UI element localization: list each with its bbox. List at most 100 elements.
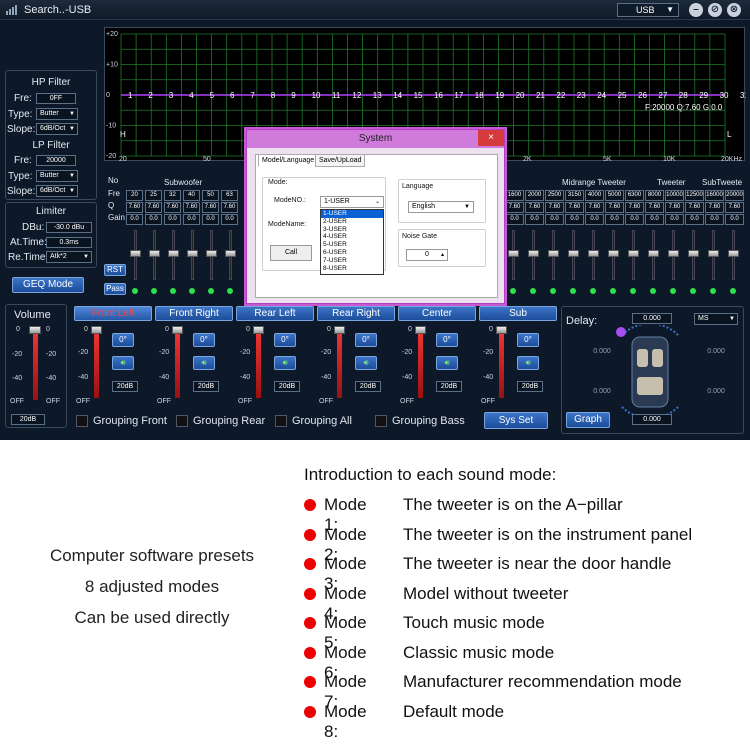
band-q-field[interactable]: 7.60 [565,202,584,213]
band-q-field[interactable]: 7.60 [525,202,544,213]
eq-band-marker[interactable]: 24 [597,91,606,100]
grouping-bass-checkbox[interactable] [375,415,387,427]
band-slider-knob[interactable] [708,250,719,257]
eq-band-marker[interactable]: 9 [291,91,296,100]
band-q-field[interactable]: 7.60 [605,202,624,213]
delay-bottom-field[interactable]: 0.000 [632,414,672,425]
eq-band-marker[interactable]: 30 [720,91,729,100]
delay-unit-select[interactable]: MS ▼ [694,313,738,325]
band-fre-field[interactable]: 40 [183,190,200,201]
channel-button-rear-right[interactable]: Rear Right [317,306,395,321]
lp-fre-field[interactable]: 20000 [36,155,76,166]
eq-band-marker[interactable]: 28 [679,91,688,100]
band-slider-knob[interactable] [149,250,160,257]
eq-band-marker[interactable]: 19 [495,91,504,100]
band-q-field[interactable]: 7.60 [545,202,564,213]
hp-fre-field[interactable]: 0FF [36,93,76,104]
band-fre-field[interactable]: 32 [164,190,181,201]
eq-band-marker[interactable]: 15 [414,91,423,100]
band-gain-field[interactable]: 0.0 [645,214,664,225]
eq-band-marker[interactable]: 25 [618,91,627,100]
band-fre-field[interactable]: 8000 [645,190,664,201]
band-gain-field[interactable]: 0.0 [505,214,524,225]
band-slider-knob[interactable] [648,250,659,257]
channel-fader-knob[interactable] [496,326,507,334]
speaker-mute-button[interactable]: 🔊︎ [274,356,296,370]
eq-band-marker[interactable]: 14 [393,91,402,100]
mode-option[interactable]: 6-USER [321,249,383,257]
band-slider-knob[interactable] [548,250,559,257]
band-gain-field[interactable]: 0.0 [585,214,604,225]
phase-button[interactable]: 0° [193,333,215,347]
band-pass-dot[interactable] [670,288,676,294]
band-pass-dot[interactable] [132,288,138,294]
dialog-close-button[interactable]: × [478,130,504,146]
band-pass-dot[interactable] [170,288,176,294]
delay-top-field[interactable]: 0.000 [632,313,672,324]
close-button[interactable]: ⊗ [727,3,741,17]
rst-button[interactable]: RST [104,264,126,276]
band-gain-field[interactable]: 0.0 [183,214,200,225]
eq-band-marker[interactable]: 3 [169,91,174,100]
band-gain-field[interactable]: 0.0 [565,214,584,225]
band-slider-knob[interactable] [225,250,236,257]
phase-button[interactable]: 0° [112,333,134,347]
mode-option[interactable]: 7-USER [321,257,383,265]
band-q-field[interactable]: 7.60 [145,202,162,213]
mode-number-select[interactable]: 1-USER ⌄ [320,196,384,208]
channel-db-field[interactable]: 20dB [436,381,462,392]
band-q-field[interactable]: 7.60 [665,202,684,213]
band-gain-field[interactable]: 0.0 [625,214,644,225]
band-fre-field[interactable]: 4000 [585,190,604,201]
band-pass-dot[interactable] [650,288,656,294]
band-pass-dot[interactable] [610,288,616,294]
mode-option[interactable]: 3-USER [321,226,383,234]
hp-type-select[interactable]: Butter ▼ [36,108,78,120]
volume-db-field[interactable]: 20dB [11,414,45,425]
delay-right2-field[interactable]: 0.000 [696,387,736,398]
band-q-field[interactable]: 7.60 [585,202,604,213]
band-slider-knob[interactable] [508,250,519,257]
call-button[interactable]: Call [270,245,312,261]
band-fre-field[interactable]: 10000 [665,190,684,201]
band-slider-knob[interactable] [628,250,639,257]
mode-options-list[interactable]: 1-USER 2-USER 3-USER 4-USER 5-USER 6-USER 7-US… [320,209,384,275]
eq-band-marker[interactable]: 7 [250,91,255,100]
band-q-field[interactable]: 7.60 [725,202,744,213]
band-pass-dot[interactable] [590,288,596,294]
band-q-field[interactable]: 7.60 [202,202,219,213]
band-q-field[interactable]: 7.60 [685,202,704,213]
band-slider-knob[interactable] [168,250,179,257]
band-fre-field[interactable]: 3150 [565,190,584,201]
speaker-mute-button[interactable]: 🔊︎ [112,356,134,370]
eq-band-marker[interactable]: 11 [332,91,341,100]
band-gain-field[interactable]: 0.0 [126,214,143,225]
band-slider-knob[interactable] [568,250,579,257]
eq-band-marker[interactable]: 27 [658,91,667,100]
channel-db-field[interactable]: 20dB [355,381,381,392]
band-slider-knob[interactable] [528,250,539,257]
eq-band-marker[interactable]: 26 [638,91,647,100]
band-q-field[interactable]: 7.60 [645,202,664,213]
listener-position-handle[interactable] [616,327,626,337]
grouping-all-checkbox[interactable] [275,415,287,427]
hp-marker-label[interactable]: H [120,130,126,139]
band-fre-field[interactable]: 6300 [625,190,644,201]
channel-fader-knob[interactable] [91,326,102,334]
mode-option[interactable]: 5-USER [321,241,383,249]
noise-gate-input[interactable]: 0 ▴ [406,249,448,261]
phase-button[interactable]: 0° [355,333,377,347]
delay-left1-field[interactable]: 0.000 [582,347,622,358]
band-pass-dot[interactable] [730,288,736,294]
geq-mode-button[interactable]: GEQ Mode [12,277,84,293]
language-select[interactable]: English ▼ [408,201,474,213]
channel-button-center[interactable]: Center [398,306,476,321]
band-pass-dot[interactable] [630,288,636,294]
speaker-mute-button[interactable]: 🔊︎ [193,356,215,370]
band-pass-dot[interactable] [227,288,233,294]
band-fre-field[interactable]: 63 [221,190,238,201]
band-q-field[interactable]: 7.60 [183,202,200,213]
channel-db-field[interactable]: 20dB [517,381,543,392]
eq-band-marker[interactable]: 2 [148,91,153,100]
band-gain-field[interactable]: 0.0 [705,214,724,225]
